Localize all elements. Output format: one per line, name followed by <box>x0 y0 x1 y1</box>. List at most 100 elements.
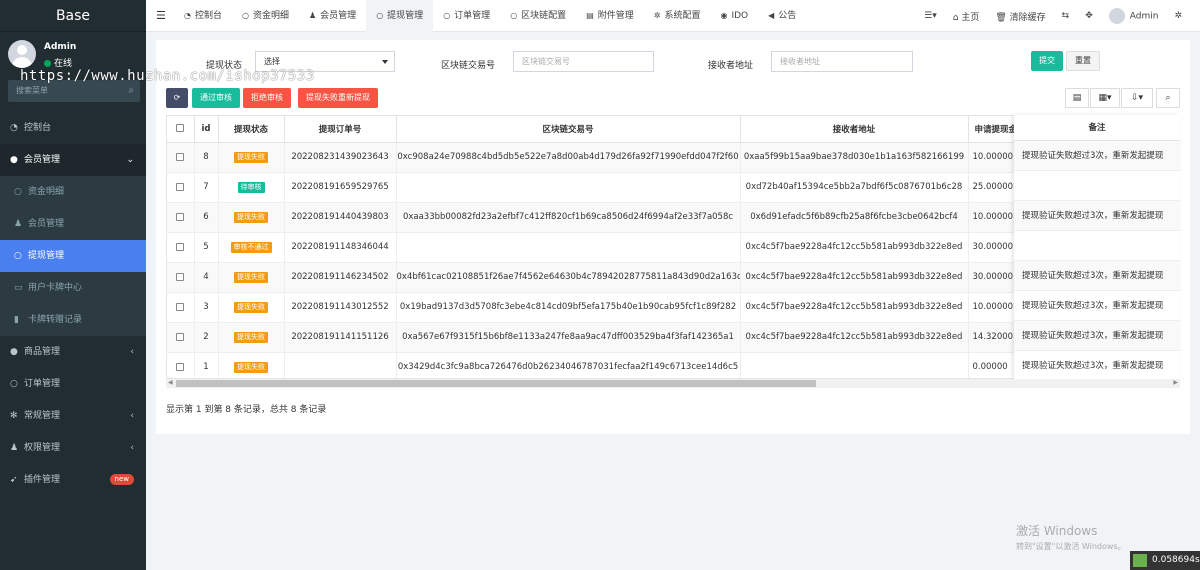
column-header-order[interactable]: 提现订单号 <box>284 116 397 143</box>
sidebar-item-general[interactable]: ✻ 常规管理 ‹ <box>0 400 146 432</box>
column-header-txhash[interactable]: 区块链交易号 <box>396 116 741 143</box>
approve-button[interactable]: 通过审核 <box>192 88 240 108</box>
cell-order: 202208191141151126 <box>284 322 397 353</box>
cell-id: 1 <box>194 352 219 378</box>
remark-column-fixed: 备注 提现验证失败超过3次，重新发起提现 提现验证失败超过3次，重新发起提现 提现验… <box>1014 115 1180 379</box>
sidebar-item-goods[interactable]: ● 商品管理 ‹ <box>0 336 146 368</box>
status-badge: 提现失败 <box>234 361 268 373</box>
cell-remark: 提现验证失败超过3次，重新发起提现 <box>1014 261 1180 291</box>
sidebar-item-dashboard[interactable]: ◔ 控制台 <box>0 112 146 144</box>
tab-blockchain[interactable]: ○ 区块链配置 <box>500 0 576 32</box>
cell-status: 提现失败 <box>218 262 285 293</box>
tab-ido[interactable]: ◉ IDO <box>710 0 758 32</box>
row-checkbox[interactable] <box>167 202 195 233</box>
tab-orders[interactable]: ○ 订单管理 <box>433 0 500 32</box>
columns-dropdown-icon[interactable]: ▦▾ <box>1090 88 1120 108</box>
circle-icon: ○ <box>443 11 451 20</box>
tab-label: IDO <box>731 11 749 21</box>
tab-funds[interactable]: ○ 资金明细 <box>232 0 299 32</box>
cell-txhash: 0xc908a24e70988c4bd5db5e522e7a8d00ab4d17… <box>396 142 741 173</box>
row-checkbox[interactable] <box>167 142 195 173</box>
language-icon[interactable]: ⇆ <box>1054 11 1078 21</box>
tab-dashboard[interactable]: ◔ 控制台 <box>174 0 232 32</box>
home-link[interactable]: ⌂ 主页 <box>945 10 988 23</box>
row-checkbox[interactable] <box>167 232 195 263</box>
clear-cache-button[interactable]: 🗑 清除缓存 <box>987 10 1053 23</box>
cell-remark: 提现验证失败超过3次，重新发起提现 <box>1014 321 1180 351</box>
address-filter-input[interactable]: 接收者地址 <box>771 51 913 72</box>
app-logo[interactable]: Base <box>0 0 146 32</box>
user-menu[interactable]: Admin <box>1101 8 1167 24</box>
sidebar-item-orders[interactable]: ○ 订单管理 <box>0 368 146 400</box>
sidebar-submenu-member: ○ 资金明细 ♟ 会员管理 ○ 提现管理 ▭ 用户卡牌中心 ▮ 卡牌转赠记录 <box>0 176 146 336</box>
txhash-filter-input[interactable]: 区块链交易号 <box>513 51 654 72</box>
rocket-icon: ➹ <box>10 475 18 485</box>
sidebar-item-plugins[interactable]: ➹ 插件管理 new <box>0 464 146 496</box>
reset-button[interactable]: 重置 <box>1066 51 1100 71</box>
cell-remark <box>1014 171 1180 201</box>
cell-status: 提现失败 <box>218 352 285 378</box>
export-dropdown-icon[interactable]: ⇩▾ <box>1121 88 1153 108</box>
checkbox-icon[interactable] <box>176 242 185 251</box>
toggle-view-icon[interactable]: ▤ <box>1065 88 1089 108</box>
settings-gear-icon[interactable]: ✲ <box>1166 11 1190 21</box>
circle-icon: ○ <box>510 11 518 20</box>
checkbox-icon[interactable] <box>176 152 185 161</box>
checkbox-icon[interactable] <box>176 302 185 311</box>
tab-announcements[interactable]: ◀ 公告 <box>758 0 806 32</box>
sidebar-item-auth[interactable]: ♟ 权限管理 ‹ <box>0 432 146 464</box>
timer-value: 0.058694s <box>1152 555 1200 565</box>
row-checkbox[interactable] <box>167 172 195 203</box>
search-icon[interactable]: ⌕ <box>1156 88 1180 108</box>
menu-search-placeholder: 搜索菜单 <box>16 86 48 95</box>
circle-filled-icon: ● <box>10 347 18 357</box>
select-all-checkbox[interactable] <box>167 116 195 143</box>
column-header-address[interactable]: 接收者地址 <box>740 116 969 143</box>
sidebar-item-card-center[interactable]: ▭ 用户卡牌中心 <box>0 272 146 304</box>
checkbox-icon[interactable] <box>176 272 185 281</box>
checkbox-icon[interactable] <box>176 362 185 371</box>
scroll-left-icon[interactable]: ◀ <box>168 379 173 386</box>
sidebar-item-card-transfers[interactable]: ▮ 卡牌转赠记录 <box>0 304 146 336</box>
tab-label: 区块链配置 <box>521 11 567 21</box>
tab-label: 控制台 <box>194 11 222 21</box>
checkbox-icon[interactable] <box>176 332 185 341</box>
sidebar-item-withdrawals[interactable]: ○ 提现管理 <box>0 240 146 272</box>
cell-id: 2 <box>194 322 219 353</box>
column-header-id[interactable]: id <box>194 116 219 143</box>
sidebar-item-label: 卡牌转赠记录 <box>28 315 83 325</box>
tab-members[interactable]: ♟ 会员管理 <box>299 0 366 32</box>
scrollbar-thumb[interactable] <box>176 380 816 387</box>
sidebar-item-members[interactable]: ♟ 会员管理 <box>0 208 146 240</box>
resubmit-button[interactable]: 提现失败重新提现 <box>298 88 378 108</box>
horizontal-scrollbar[interactable]: ◀ ▶ <box>166 379 1180 388</box>
row-checkbox[interactable] <box>167 352 195 378</box>
tab-attachments[interactable]: ▤ 附件管理 <box>576 0 644 32</box>
submit-button[interactable]: 提交 <box>1031 51 1063 71</box>
reject-button[interactable]: 拒绝审核 <box>243 88 291 108</box>
column-header-remark[interactable]: 备注 <box>1014 115 1180 141</box>
row-checkbox[interactable] <box>167 262 195 293</box>
sidebar-item-funds[interactable]: ○ 资金明细 <box>0 176 146 208</box>
main-panel: 提现状态 选择 区块链交易号 区块链交易号 接收者地址 接收者地址 提交 重置 … <box>156 40 1190 434</box>
tab-system-config[interactable]: ✲ 系统配置 <box>644 0 711 32</box>
tab-withdrawals[interactable]: ○ 提现管理 <box>366 0 434 32</box>
row-checkbox[interactable] <box>167 322 195 353</box>
row-checkbox[interactable] <box>167 292 195 323</box>
user-menu-label: Admin <box>1129 11 1159 22</box>
cell-remark: 提现验证失败超过3次，重新发起提现 <box>1014 351 1180 379</box>
column-header-status[interactable]: 提现状态 <box>218 116 285 143</box>
tabs-dropdown-icon[interactable]: ☰▾ <box>916 11 945 21</box>
fullscreen-icon[interactable]: ✥ <box>1077 11 1101 21</box>
online-dot-icon <box>44 60 51 67</box>
sidebar-item-member[interactable]: ● 会员管理 ⌄ <box>0 144 146 176</box>
checkbox-icon[interactable] <box>176 212 185 221</box>
sidebar-item-label: 会员管理 <box>24 155 61 165</box>
hamburger-icon[interactable]: ☰ <box>156 0 166 32</box>
avatar <box>8 40 36 68</box>
refresh-icon[interactable]: ⟳ <box>166 88 188 108</box>
checkbox-icon[interactable] <box>176 182 185 191</box>
cell-order: 202208231439023643 <box>284 142 397 173</box>
scroll-right-icon[interactable]: ▶ <box>1173 379 1178 386</box>
cell-order: 202208191143012552 <box>284 292 397 323</box>
